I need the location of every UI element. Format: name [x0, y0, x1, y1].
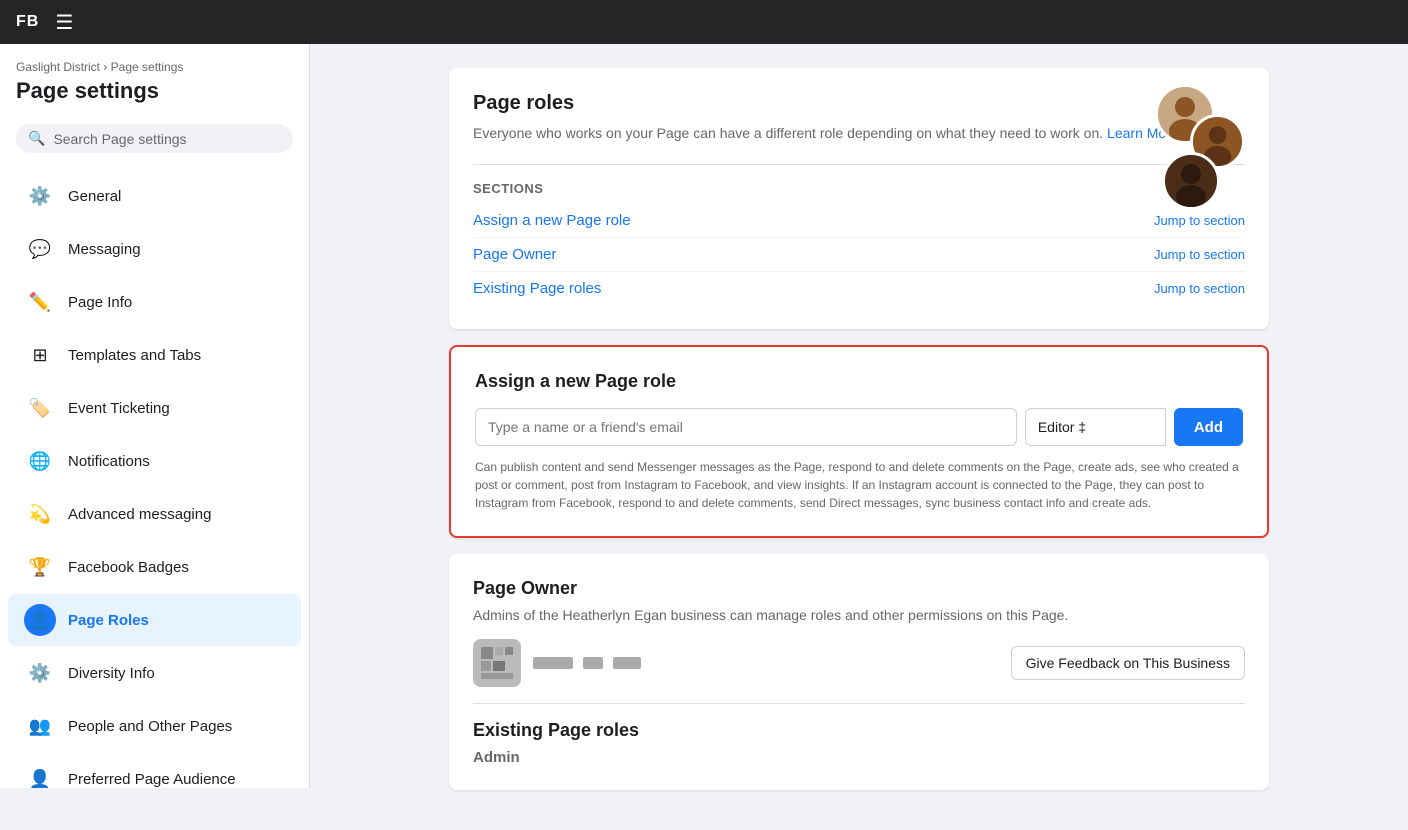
avatar: [473, 639, 521, 687]
sidebar-item-people-other-pages[interactable]: 👥 People and Other Pages: [8, 700, 301, 752]
page-owner-card: Page Owner Admins of the Heatherlyn Egan…: [449, 554, 1269, 790]
people-icon: 👥: [24, 710, 56, 742]
templates-icon: ⊞: [24, 339, 56, 371]
page-owner-link[interactable]: Page Owner: [473, 246, 556, 263]
section-row-assign: Assign a new Page role Jump to section: [473, 204, 1245, 238]
assign-input-row: Editor ‡ Admin Moderator Advertiser Anal…: [475, 408, 1243, 446]
notifications-icon: 🌐: [24, 445, 56, 477]
sidebar-item-facebook-badges[interactable]: 🏆 Facebook Badges: [8, 541, 301, 593]
page-roles-hero-card: Page roles Everyone who works on your Pa…: [449, 68, 1269, 329]
assign-role-description: Can publish content and send Messenger m…: [475, 458, 1243, 512]
sidebar-item-label: People and Other Pages: [68, 718, 232, 735]
sidebar-item-label: Preferred Page Audience: [68, 771, 236, 788]
assign-card-title: Assign a new Page role: [475, 371, 1243, 392]
assign-role-select[interactable]: Editor ‡ Admin Moderator Advertiser Anal…: [1025, 408, 1166, 446]
sidebar-item-label: Notifications: [68, 453, 150, 470]
jump-to-assign-link[interactable]: Jump to section: [1154, 213, 1245, 228]
sidebar-item-templates-tabs[interactable]: ⊞ Templates and Tabs: [8, 329, 301, 381]
owner-name-block-3: [613, 657, 641, 669]
sidebar-item-messaging[interactable]: 💬 Messaging: [8, 223, 301, 275]
sidebar-item-notifications[interactable]: 🌐 Notifications: [8, 435, 301, 487]
jump-to-owner-link[interactable]: Jump to section: [1154, 247, 1245, 262]
assign-role-wrap: Editor ‡ Admin Moderator Advertiser Anal…: [1025, 408, 1166, 446]
badges-icon: 🏆: [24, 551, 56, 583]
page-owner-description: Admins of the Heatherlyn Egan business c…: [473, 607, 1245, 623]
search-input-wrap[interactable]: 🔍: [16, 124, 293, 153]
give-feedback-button[interactable]: Give Feedback on This Business: [1011, 646, 1245, 680]
search-icon: 🔍: [28, 130, 45, 147]
owner-name-block-1: [533, 657, 573, 669]
sidebar-item-label: Event Ticketing: [68, 400, 170, 417]
topnav: FB ☰: [0, 0, 1408, 44]
assign-new-page-role-card: Assign a new Page role Editor ‡ Admin Mo…: [449, 345, 1269, 538]
sidebar-item-advanced-messaging[interactable]: 💫 Advanced messaging: [8, 488, 301, 540]
divider: [473, 703, 1245, 704]
sidebar-item-label: Messaging: [68, 241, 141, 258]
section-row-existing: Existing Page roles Jump to section: [473, 272, 1245, 305]
sidebar-item-preferred-audience[interactable]: 👤 Preferred Page Audience: [8, 753, 301, 788]
edit-icon: ✏️: [24, 286, 56, 318]
sidebar-header: Gaslight District › Page settings Page s…: [0, 60, 309, 116]
user-icon: 👤: [24, 604, 56, 636]
owner-name-block-2: [583, 657, 603, 669]
main-content: Page roles Everyone who works on your Pa…: [310, 44, 1408, 830]
section-row-owner: Page Owner Jump to section: [473, 238, 1245, 272]
page-owner-title: Page Owner: [473, 578, 1245, 599]
diversity-icon: ⚙️: [24, 657, 56, 689]
sidebar-item-diversity-info[interactable]: ⚙️ Diversity Info: [8, 647, 301, 699]
sidebar-item-label: Diversity Info: [68, 665, 155, 682]
content-wrap: Page roles Everyone who works on your Pa…: [449, 68, 1269, 806]
hero-avatars: [1125, 84, 1245, 204]
ticket-icon: 🏷️: [24, 392, 56, 424]
sidebar-item-label: General: [68, 188, 121, 205]
sidebar-item-page-roles[interactable]: 👤 Page Roles: [8, 594, 301, 646]
sidebar-nav: ⚙️ General 💬 Messaging ✏️ Page Info ⊞ Te…: [0, 165, 309, 788]
jump-to-existing-link[interactable]: Jump to section: [1154, 281, 1245, 296]
assign-add-button[interactable]: Add: [1174, 408, 1243, 446]
menu-icon[interactable]: ☰: [55, 10, 73, 35]
sidebar-item-page-info[interactable]: ✏️ Page Info: [8, 276, 301, 328]
layout: Gaslight District › Page settings Page s…: [0, 44, 1408, 830]
breadcrumb: Gaslight District › Page settings: [16, 60, 293, 74]
owner-info: [473, 639, 641, 687]
sidebar: Gaslight District › Page settings Page s…: [0, 44, 310, 788]
sidebar-item-event-ticketing[interactable]: 🏷️ Event Ticketing: [8, 382, 301, 434]
sidebar-item-label: Advanced messaging: [68, 506, 211, 523]
assign-name-input[interactable]: [475, 408, 1017, 446]
sidebar-item-label: Facebook Badges: [68, 559, 189, 576]
audience-icon: 👤: [24, 763, 56, 788]
messaging-icon: 💬: [24, 233, 56, 265]
sidebar-search-wrap: 🔍: [0, 116, 309, 165]
sidebar-item-label: Page Roles: [68, 612, 149, 629]
gear-icon: ⚙️: [24, 180, 56, 212]
advanced-messaging-icon: 💫: [24, 498, 56, 530]
owner-row: Give Feedback on This Business: [473, 639, 1245, 687]
page-title: Page settings: [16, 78, 293, 104]
assign-new-page-role-link[interactable]: Assign a new Page role: [473, 212, 631, 229]
existing-page-roles-title: Existing Page roles: [473, 720, 1245, 741]
owner-name-placeholder: [533, 657, 641, 669]
sidebar-item-general[interactable]: ⚙️ General: [8, 170, 301, 222]
fb-logo: FB: [16, 13, 39, 31]
existing-page-roles-link[interactable]: Existing Page roles: [473, 280, 601, 297]
avatar-3: [1162, 152, 1220, 210]
sidebar-item-label: Templates and Tabs: [68, 347, 201, 364]
admin-role-label: Admin: [473, 749, 1245, 766]
search-input[interactable]: [53, 131, 281, 147]
sidebar-item-label: Page Info: [68, 294, 132, 311]
